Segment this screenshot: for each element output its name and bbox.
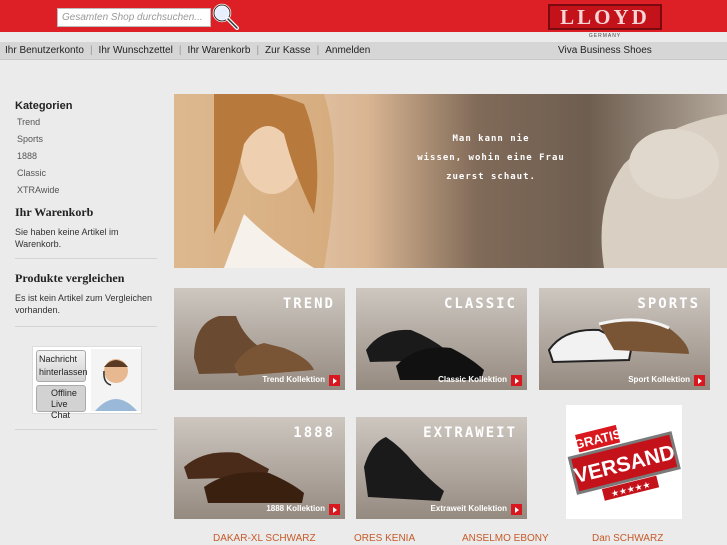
header-bar: Gesamten Shop durchsuchen... LLOYD: [0, 0, 727, 32]
tile-1888[interactable]: 1888 1888 Kollektion: [174, 417, 345, 519]
tile-title: 1888: [293, 425, 335, 441]
tile-extraweit[interactable]: EXTRAWEIT Extraweit Kollektion: [356, 417, 527, 519]
product-link[interactable]: DAKAR-XL SCHWARZ: [213, 533, 316, 544]
product-link[interactable]: ANSELMO EBONY: [462, 533, 549, 544]
chat-status-label: Offline: [51, 388, 77, 398]
hero-line: wissen, wohin eine Frau: [417, 153, 565, 163]
nav-account-link[interactable]: Ihr Benutzerkonto: [5, 45, 90, 56]
live-chat-widget[interactable]: Nachricht hinterlassen Offline Live Chat: [32, 346, 142, 420]
nav-cart-link[interactable]: Ihr Warenkorb: [181, 45, 256, 56]
category-item-trend[interactable]: Trend: [15, 114, 157, 131]
arrow-right-icon[interactable]: [511, 504, 522, 515]
divider: [15, 429, 157, 430]
chat-message-label: Nachricht: [39, 354, 78, 364]
live-chat-status-button[interactable]: Offline Live Chat: [36, 385, 86, 420]
divider: [15, 326, 157, 327]
arrow-right-icon[interactable]: [329, 504, 340, 515]
tile-sports[interactable]: SPORTS Sport Kollektion: [539, 288, 710, 390]
compare-heading: Produkte vergleichen: [15, 271, 125, 285]
support-agent-avatar: [91, 349, 141, 411]
product-link[interactable]: ORES KENIA: [354, 533, 415, 544]
tile-caption: Classic Kollektion: [438, 375, 507, 384]
category-item-1888[interactable]: 1888: [15, 148, 157, 165]
category-item-xtrawide[interactable]: XTRAwide: [15, 182, 157, 199]
tile-caption: 1888 Kollektion: [266, 504, 325, 513]
free-shipping-badge[interactable]: GRATIS VERSAND ★★★★★: [566, 405, 682, 519]
top-navigation: Ihr Benutzerkonto | Ihr Wunschzettel | Ihr…: [0, 42, 727, 60]
hero-line: zuerst schaut.: [446, 172, 536, 182]
leave-message-button[interactable]: Nachricht hinterlassen: [36, 350, 88, 382]
arrow-right-icon[interactable]: [511, 375, 522, 386]
chat-status-label: Live Chat: [51, 399, 71, 420]
chat-message-label: hinterlassen: [39, 367, 88, 377]
nav-wishlist-link[interactable]: Ihr Wunschzettel: [93, 45, 179, 56]
hero-slogan: Man kann nie wissen, wohin eine Frau zue…: [416, 130, 566, 187]
category-item-classic[interactable]: Classic: [15, 165, 157, 182]
arrow-right-icon[interactable]: [329, 375, 340, 386]
arrow-right-icon[interactable]: [694, 375, 705, 386]
tile-caption: Trend Kollektion: [262, 375, 325, 384]
tile-classic[interactable]: CLASSIC Classic Kollektion: [356, 288, 527, 390]
tile-caption: Sport Kollektion: [628, 375, 690, 384]
brand-subtitle: GERMANY: [588, 33, 622, 39]
tile-trend[interactable]: TREND Trend Kollektion: [174, 288, 345, 390]
nav-tagline: Viva Business Shoes: [558, 45, 652, 56]
category-item-sports[interactable]: Sports: [15, 131, 157, 148]
hero-banner[interactable]: Man kann nie wissen, wohin eine Frau zue…: [174, 94, 727, 268]
tile-caption: Extraweit Kollektion: [430, 504, 507, 513]
cart-empty-text: Sie haben keine Artikel im Warenkorb.: [15, 227, 119, 249]
tile-title: EXTRAWEIT: [423, 425, 517, 441]
compare-empty-text: Es ist kein Artikel zum Vergleichen vorh…: [15, 293, 153, 315]
nav-login-link[interactable]: Anmelden: [319, 45, 376, 56]
product-link[interactable]: Dan SCHWARZ: [592, 533, 663, 544]
divider: [15, 258, 157, 259]
tile-title: SPORTS: [637, 296, 700, 312]
hero-line: Man kann nie: [452, 134, 530, 144]
nav-checkout-link[interactable]: Zur Kasse: [259, 45, 317, 56]
search-icon[interactable]: [211, 2, 239, 30]
badge-graphic: GRATIS VERSAND ★★★★★: [567, 422, 681, 501]
categories-heading: Kategorien: [15, 100, 73, 112]
tile-title: CLASSIC: [443, 296, 517, 312]
sidebar: Kategorien Trend Sports 1888 Classic XTR…: [15, 100, 157, 327]
search-input[interactable]: Gesamten Shop durchsuchen...: [57, 8, 211, 27]
cart-heading: Ihr Warenkorb: [15, 205, 94, 219]
tile-title: TREND: [282, 296, 335, 312]
brand-logo[interactable]: LLOYD: [548, 4, 662, 30]
